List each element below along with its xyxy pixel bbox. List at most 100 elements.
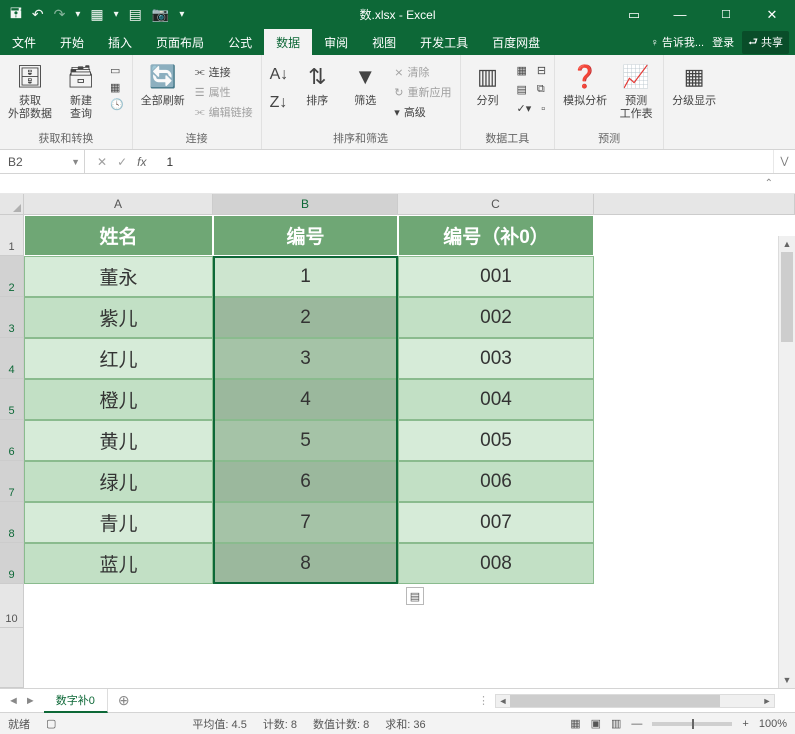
- cell[interactable]: 003: [398, 338, 594, 379]
- row-header[interactable]: 6: [0, 420, 24, 461]
- chevron-down-icon[interactable]: ▼: [71, 157, 80, 167]
- connections-button[interactable]: ⫘ 连接: [193, 63, 255, 81]
- advanced-filter-button[interactable]: ▾ 高级: [392, 103, 453, 121]
- row-header-rest[interactable]: [0, 628, 24, 688]
- cancel-icon[interactable]: ✕: [97, 155, 107, 169]
- add-sheet-button[interactable]: ⊕: [108, 692, 140, 709]
- qa-item-icon[interactable]: 📷: [152, 6, 169, 23]
- view-normal-icon[interactable]: ▦: [570, 717, 580, 730]
- row-header[interactable]: 3: [0, 297, 24, 338]
- redo-icon[interactable]: ↷: [54, 6, 66, 23]
- zoom-slider[interactable]: [652, 722, 732, 726]
- row-header[interactable]: 4: [0, 338, 24, 379]
- expand-formula-bar-icon[interactable]: ⋁: [773, 150, 795, 173]
- text-to-columns-button[interactable]: ▥ 分列: [467, 59, 509, 110]
- manage-model-button[interactable]: ▫: [539, 101, 547, 116]
- remove-dup-button[interactable]: ▤: [515, 82, 529, 97]
- row-header[interactable]: 8: [0, 502, 24, 543]
- cell[interactable]: 001: [398, 256, 594, 297]
- cell[interactable]: 3: [213, 338, 398, 379]
- cell[interactable]: 007: [398, 502, 594, 543]
- scroll-up-icon[interactable]: ▲: [779, 236, 795, 252]
- recent-sources-button[interactable]: 🕓: [108, 97, 126, 112]
- cell[interactable]: 2: [213, 297, 398, 338]
- scroll-down-icon[interactable]: ▼: [779, 672, 795, 688]
- sheet-tab[interactable]: 数字补0: [44, 689, 108, 713]
- collapse-ribbon-icon[interactable]: ⌃: [765, 178, 773, 189]
- get-external-data-button[interactable]: 🗄 获取 外部数据: [6, 59, 54, 123]
- quick-analysis-icon[interactable]: ▤: [406, 587, 424, 605]
- qa-item-icon[interactable]: ▤: [129, 6, 142, 23]
- horizontal-scrollbar[interactable]: ⋮ ◄ ►: [140, 694, 795, 708]
- maximize-icon[interactable]: ☐: [703, 0, 749, 29]
- vertical-scrollbar[interactable]: ▲ ▼: [778, 236, 795, 688]
- cell[interactable]: 002: [398, 297, 594, 338]
- enter-icon[interactable]: ✓: [117, 155, 127, 169]
- ribbon-options-icon[interactable]: ▭: [611, 0, 657, 29]
- cell[interactable]: 5: [213, 420, 398, 461]
- qa-more-icon[interactable]: ▾: [179, 9, 184, 20]
- scroll-right-icon[interactable]: ►: [760, 695, 774, 707]
- cell[interactable]: 红儿: [24, 338, 213, 379]
- data-validation-button[interactable]: ✓▾: [515, 101, 534, 116]
- row-header[interactable]: 10: [0, 584, 24, 628]
- row-header[interactable]: 5: [0, 379, 24, 420]
- scroll-thumb[interactable]: [510, 695, 720, 707]
- formula-bar[interactable]: 1: [158, 155, 773, 169]
- cell[interactable]: 8: [213, 543, 398, 584]
- filter-button[interactable]: ▼ 筛选: [344, 59, 386, 110]
- cells-grid[interactable]: 姓名 编号 编号（补0） 董永 1 001 紫儿 2 002 红儿 3 003 …: [24, 215, 795, 688]
- cell[interactable]: 008: [398, 543, 594, 584]
- row-header[interactable]: 9: [0, 543, 24, 584]
- column-header-rest[interactable]: [594, 194, 795, 214]
- flash-fill-button[interactable]: ▦: [515, 63, 529, 78]
- undo-icon[interactable]: ↶: [32, 6, 44, 23]
- cell[interactable]: 004: [398, 379, 594, 420]
- cell[interactable]: 青儿: [24, 502, 213, 543]
- cell[interactable]: 紫儿: [24, 297, 213, 338]
- scroll-left-icon[interactable]: ◄: [496, 695, 510, 707]
- header-id-padded[interactable]: 编号（补0）: [398, 215, 594, 256]
- cell[interactable]: 1: [213, 256, 398, 297]
- outline-button[interactable]: ▦ 分级显示: [670, 59, 718, 110]
- cell[interactable]: 董永: [24, 256, 213, 297]
- refresh-all-button[interactable]: 🔄 全部刷新: [139, 59, 187, 110]
- row-header[interactable]: 1: [0, 215, 24, 256]
- row-header[interactable]: 7: [0, 461, 24, 502]
- tab-data[interactable]: 数据: [264, 29, 312, 55]
- column-header-c[interactable]: C: [398, 194, 594, 214]
- save-icon[interactable]: 🖬: [10, 3, 22, 27]
- tab-developer[interactable]: 开发工具: [408, 29, 480, 55]
- select-all-corner[interactable]: [0, 194, 24, 214]
- view-pagebreak-icon[interactable]: ▥: [611, 717, 621, 730]
- qa-item-icon[interactable]: ▦: [90, 6, 103, 23]
- cell[interactable]: 005: [398, 420, 594, 461]
- cell[interactable]: 黄儿: [24, 420, 213, 461]
- header-id[interactable]: 编号: [213, 215, 398, 256]
- cell[interactable]: 4: [213, 379, 398, 420]
- cell[interactable]: 绿儿: [24, 461, 213, 502]
- tab-view[interactable]: 视图: [360, 29, 408, 55]
- show-queries-button[interactable]: ▭: [108, 63, 126, 78]
- sort-desc-button[interactable]: Z↓: [268, 93, 291, 113]
- new-query-button[interactable]: 🗃 新建 查询: [60, 59, 102, 123]
- tab-home[interactable]: 开始: [48, 29, 96, 55]
- tab-pagelayout[interactable]: 页面布局: [144, 29, 216, 55]
- forecast-sheet-button[interactable]: 📈 预测 工作表: [615, 59, 657, 123]
- tab-file[interactable]: 文件: [0, 29, 48, 55]
- row-header[interactable]: 2: [0, 256, 24, 297]
- scroll-thumb[interactable]: [781, 252, 793, 342]
- sort-button[interactable]: ⇅ 排序: [296, 59, 338, 110]
- login-link[interactable]: 登录: [712, 34, 734, 50]
- qa-more-icon[interactable]: ▾: [114, 9, 119, 20]
- consolidate-button[interactable]: ⊟: [535, 63, 548, 78]
- cell[interactable]: 6: [213, 461, 398, 502]
- cell[interactable]: 橙儿: [24, 379, 213, 420]
- tell-me[interactable]: ♀ 告诉我...: [651, 34, 704, 50]
- header-name[interactable]: 姓名: [24, 215, 213, 256]
- fx-icon[interactable]: fx: [137, 155, 146, 169]
- sheet-nav[interactable]: ◄►: [0, 695, 44, 707]
- minimize-icon[interactable]: —: [657, 0, 703, 29]
- name-box[interactable]: B2 ▼: [0, 150, 85, 173]
- relationships-button[interactable]: ⧉: [535, 82, 547, 97]
